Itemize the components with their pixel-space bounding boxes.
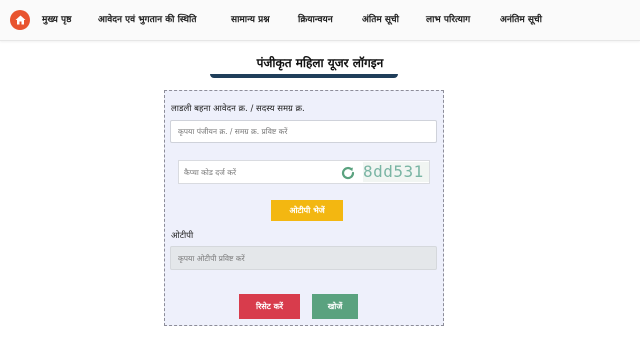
title-underline — [210, 74, 398, 78]
captcha-input[interactable] — [179, 161, 345, 183]
captcha-code: 8dd531 — [363, 162, 429, 182]
top-navbar: मुख्य पृष्ठ आवेदन एवं भुगतान की स्थिति स… — [0, 0, 640, 41]
search-button[interactable]: खोजें — [312, 294, 358, 319]
application-id-label: लाडली बहना आवेदन क्र. / सदस्य समग्र क्र. — [171, 104, 305, 114]
send-otp-button[interactable]: ओटीपी भेजें — [271, 200, 343, 221]
home-icon — [15, 15, 25, 25]
nav-item-application-status[interactable]: आवेदन एवं भुगतान की स्थिति — [98, 14, 196, 26]
nav-item-final-list[interactable]: अंतिम सूची — [362, 14, 399, 26]
refresh-icon[interactable] — [340, 165, 356, 181]
otp-label: ओटीपी — [171, 231, 194, 241]
otp-input[interactable] — [170, 246, 437, 270]
application-id-input[interactable] — [170, 120, 437, 143]
nav-item-benefit-renunciation[interactable]: लाभ परित्याग — [426, 14, 470, 26]
nav-item-home[interactable]: मुख्य पृष्ठ — [42, 14, 71, 26]
reset-button[interactable]: रिसेट करें — [239, 294, 300, 319]
page-title: पंजीकृत महिला यूजर लॉगइन — [256, 56, 384, 70]
captcha-group: 8dd531 — [178, 160, 430, 184]
nav-item-implementation[interactable]: क्रियान्वयन — [298, 14, 333, 26]
nav-item-provisional-list[interactable]: अनंतिम सूची — [500, 14, 542, 26]
nav-item-faq[interactable]: सामान्य प्रश्न — [231, 14, 270, 26]
home-button[interactable] — [10, 10, 30, 30]
